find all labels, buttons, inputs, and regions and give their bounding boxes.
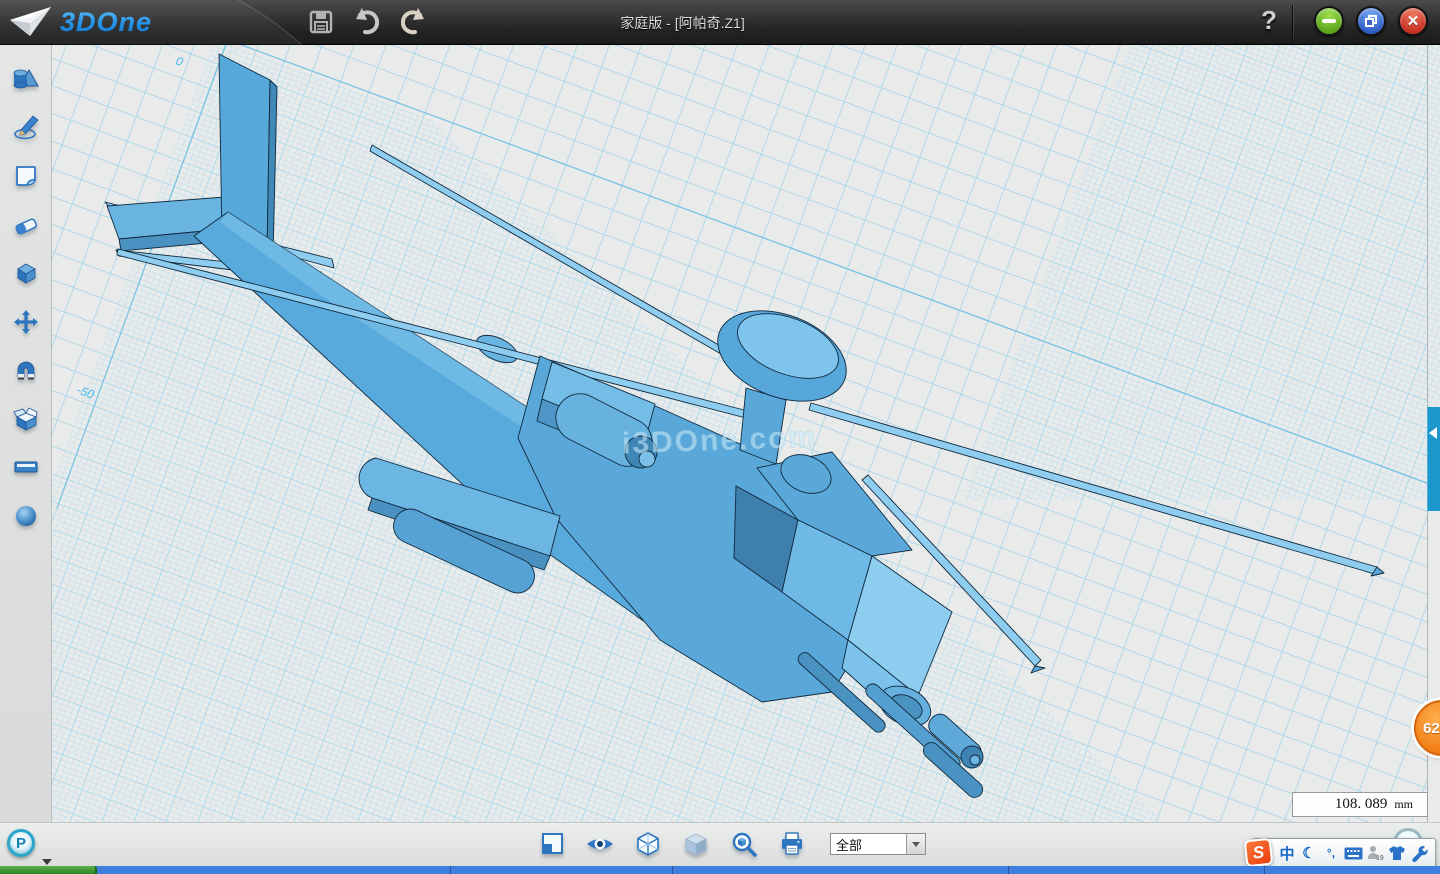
shaded-display-button[interactable] xyxy=(680,827,712,861)
save-icon xyxy=(308,9,334,35)
sidebar-item-sketch-draw[interactable] xyxy=(3,104,49,153)
ime-punctuation-toggle[interactable]: °, xyxy=(1320,840,1342,866)
chevron-left-icon xyxy=(1429,427,1437,439)
gun-muzzle-core xyxy=(970,755,980,765)
window-controls: ✕ xyxy=(1314,6,1428,36)
app-logo: 3DOne xyxy=(8,4,152,40)
pattern-dropdown-arrow[interactable] xyxy=(42,859,52,865)
slab-icon xyxy=(13,454,39,480)
grid-label-0: 0 xyxy=(174,54,185,70)
magnifier-cube-icon xyxy=(731,831,758,858)
sogou-ime-icon[interactable]: S xyxy=(1244,837,1274,867)
sphere-icon xyxy=(13,503,39,529)
3done-application-window: 3DOne xyxy=(0,0,1440,874)
3d-viewport[interactable]: 0 -25 -50 xyxy=(0,45,1440,822)
wireframe-display-button[interactable] xyxy=(632,827,664,861)
help-button[interactable]: ? xyxy=(1254,5,1284,39)
ime-settings-wrench[interactable] xyxy=(1408,840,1430,866)
view-tools-group: 全部 xyxy=(536,827,926,861)
view-plane-icon xyxy=(539,831,565,857)
scene-svg: 0 -25 -50 xyxy=(0,45,1440,822)
shaded-cube-icon xyxy=(683,831,709,857)
collapsed-panel-tab[interactable] xyxy=(1427,407,1440,511)
ime-skin-tshirt[interactable] xyxy=(1386,840,1408,866)
open-box-icon xyxy=(13,406,39,432)
display-filter-dropdown[interactable]: 全部 xyxy=(830,833,926,855)
undo-button[interactable] xyxy=(352,6,382,38)
grid-label-neg50: -50 xyxy=(75,383,96,402)
sidebar-item-sketch-plane[interactable] xyxy=(3,152,49,201)
print-button[interactable] xyxy=(776,827,808,861)
visibility-button[interactable] xyxy=(584,827,616,861)
eraser-icon xyxy=(13,212,39,238)
paper-plane-icon xyxy=(8,4,54,40)
taskbar-divider xyxy=(450,866,451,874)
os-start-button[interactable] xyxy=(0,866,97,874)
sidebar-item-solid-cube-feature[interactable] xyxy=(3,249,49,298)
save-button[interactable] xyxy=(306,6,336,38)
close-icon: ✕ xyxy=(1407,14,1420,29)
redo-icon xyxy=(398,8,428,36)
redo-button[interactable] xyxy=(398,6,428,38)
sidebar-item-magnet-snap[interactable] xyxy=(3,346,49,395)
person-icon: 19 xyxy=(1366,845,1384,861)
filter-selected-value: 全部 xyxy=(831,835,906,854)
sidebar-item-move-transform[interactable] xyxy=(3,298,49,347)
quick-actions-toolbar xyxy=(306,6,428,38)
sidebar-item-section-slab[interactable] xyxy=(3,443,49,492)
pattern-mode-button[interactable]: P xyxy=(7,829,35,857)
badge-count: 62 xyxy=(1423,720,1440,737)
watermark: i3DOne.com xyxy=(622,421,818,461)
app-logo-text: 3DOne xyxy=(60,7,152,38)
magnet-icon xyxy=(13,357,39,383)
sidebar-item-combine-box[interactable] xyxy=(3,395,49,444)
measurement-unit: mm xyxy=(1394,797,1413,812)
chevron-down-icon xyxy=(912,842,920,847)
taskbar-divider xyxy=(672,866,673,874)
move-arrows-icon xyxy=(13,309,39,335)
wrench-icon xyxy=(1411,845,1428,862)
zoom-study-button[interactable] xyxy=(728,827,760,861)
restore-icon xyxy=(1365,15,1378,28)
svg-text:19: 19 xyxy=(1376,855,1384,861)
undo-icon xyxy=(352,8,382,36)
tshirt-icon xyxy=(1388,845,1406,861)
title-bar: 3DOne xyxy=(0,0,1440,45)
ime-language-toggle[interactable]: 中 xyxy=(1276,840,1298,866)
taskbar-divider xyxy=(1264,866,1265,874)
tools-sidebar xyxy=(0,45,52,822)
ime-fullhalf-moon-icon[interactable]: ☾ xyxy=(1298,840,1320,866)
taskbar-divider xyxy=(1008,866,1009,874)
header-divider xyxy=(1292,5,1293,39)
dropdown-button[interactable] xyxy=(906,834,925,854)
ime-toolbar: S 中 ☾ °, 19 xyxy=(1252,838,1436,868)
sketch-pencil-icon xyxy=(13,115,39,141)
ime-skin-person-badge[interactable]: 19 xyxy=(1364,840,1386,866)
keyboard-icon xyxy=(1344,847,1363,860)
minimize-button[interactable] xyxy=(1314,6,1344,36)
sketch-plane-icon xyxy=(13,163,39,189)
sidebar-item-primitive-solids[interactable] xyxy=(3,55,49,104)
sidebar-item-material-sphere[interactable] xyxy=(3,492,49,541)
header-swoosh-decoration xyxy=(0,0,1440,45)
os-taskbar[interactable] xyxy=(0,866,1440,874)
ime-keyboard-icon[interactable] xyxy=(1342,840,1364,866)
close-button[interactable]: ✕ xyxy=(1398,6,1428,36)
measurement-readout: 108. 089 mm xyxy=(1292,792,1428,817)
primitive-solids-icon xyxy=(12,66,39,92)
eye-icon xyxy=(585,832,615,856)
measurement-value: 108. 089 xyxy=(1335,796,1388,813)
printer-icon xyxy=(779,831,805,857)
view-plane-button[interactable] xyxy=(536,827,568,861)
sidebar-item-eraser-edit[interactable] xyxy=(3,201,49,250)
cube-icon xyxy=(13,260,39,286)
wireframe-cube-icon xyxy=(635,831,661,857)
view-toolbar: P xyxy=(0,822,1440,866)
restore-button[interactable] xyxy=(1356,6,1386,36)
